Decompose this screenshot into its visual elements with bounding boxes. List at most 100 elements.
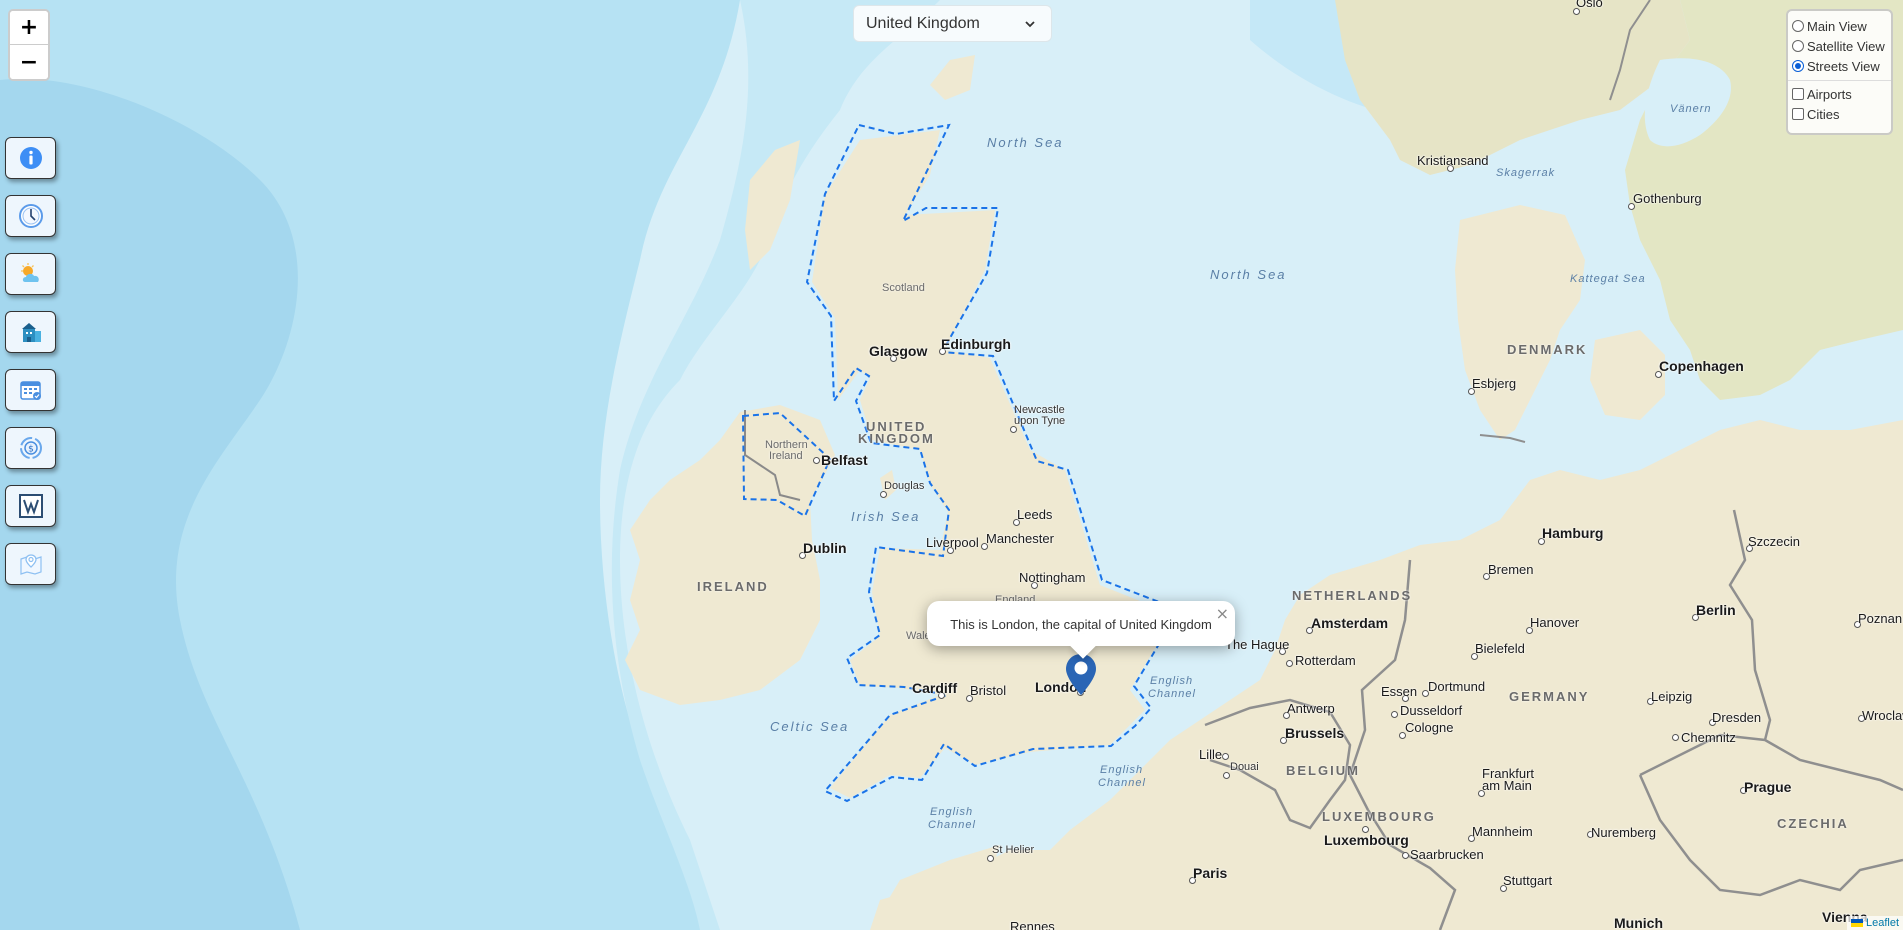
layer-main-view[interactable]: Main View (1792, 16, 1887, 36)
city-dot (1278, 647, 1286, 655)
layer-main-view-label: Main View (1807, 18, 1867, 34)
city-dot (1421, 689, 1429, 697)
checkbox-cities[interactable] (1792, 108, 1804, 120)
land-orkney (930, 55, 975, 100)
overlay-airports[interactable]: Airports (1792, 84, 1887, 104)
attribution: Leaflet (1846, 916, 1903, 930)
info-icon (19, 147, 42, 169)
city-dot (1012, 518, 1020, 526)
city-dot (1627, 202, 1635, 210)
city-dot (946, 546, 954, 554)
layer-streets-view-label: Streets View (1807, 58, 1880, 74)
city-dot (1401, 851, 1409, 859)
city-dot (1537, 537, 1545, 545)
ukraine-flag-icon (1850, 919, 1863, 927)
city-dot (1467, 387, 1475, 395)
overlay-cities-label: Cities (1807, 106, 1840, 122)
land-denmark (1455, 205, 1585, 440)
city-dot (1467, 834, 1475, 842)
country-select-value: United Kingdom (866, 14, 980, 32)
weather-button[interactable] (5, 253, 56, 295)
city-dot (965, 694, 973, 702)
zoom-in-button[interactable]: + (10, 11, 48, 45)
marker-center-icon (1074, 661, 1088, 675)
time-button[interactable] (5, 195, 56, 237)
city-dot (986, 854, 994, 862)
city-dot (1030, 581, 1038, 589)
city-dot (1285, 659, 1293, 667)
zoom-control: + − (8, 9, 50, 81)
checkbox-airports[interactable] (1792, 88, 1804, 100)
wikipedia-icon (18, 494, 43, 518)
city-dot (1482, 572, 1490, 580)
building-icon (21, 323, 41, 342)
chevron-down-icon (1025, 20, 1035, 27)
city-dot (1654, 370, 1662, 378)
city-dot (879, 490, 887, 498)
city-dot (1188, 876, 1196, 884)
city-dot (1745, 544, 1753, 552)
info-button[interactable] (5, 137, 56, 179)
leaflet-link[interactable]: Leaflet (1866, 917, 1899, 929)
city-dot (1691, 613, 1699, 621)
buildings-button[interactable] (5, 311, 56, 353)
city-dot (1305, 626, 1313, 634)
layer-streets-view[interactable]: Streets View (1792, 56, 1887, 76)
calendar-icon (19, 381, 41, 400)
map-tiles (0, 0, 1903, 930)
city-dot (1499, 884, 1507, 892)
layer-satellite-view-label: Satellite View (1807, 38, 1885, 54)
zoom-out-button[interactable]: − (10, 45, 48, 79)
city-dot (1646, 697, 1654, 705)
wikipedia-button[interactable] (5, 485, 56, 527)
currency-button[interactable]: $ (5, 427, 56, 469)
popup-text: This is London, the capital of United Ki… (950, 617, 1212, 632)
layer-satellite-view[interactable]: Satellite View (1792, 36, 1887, 56)
country-select[interactable]: United Kingdom (853, 5, 1052, 42)
currency-exchange-icon: $ (19, 437, 42, 459)
overlay-cities[interactable]: Cities (1792, 104, 1887, 124)
london-marker[interactable] (1065, 653, 1097, 697)
london-popup: This is London, the capital of United Ki… (927, 601, 1235, 659)
city-dot (1361, 825, 1369, 833)
city-dot (1477, 789, 1485, 797)
city-dot (980, 542, 988, 550)
layer-control: Main View Satellite View Streets View Ai… (1786, 9, 1893, 135)
city-dot (1390, 710, 1398, 718)
city-dot (1282, 711, 1290, 719)
map-pin-button[interactable] (5, 543, 56, 585)
city-dot (1398, 731, 1406, 739)
city-dot (1470, 652, 1478, 660)
city-dot (938, 347, 946, 355)
popup-close-button[interactable]: × (1216, 604, 1229, 623)
city-dot (1857, 714, 1865, 722)
city-dot (1853, 620, 1861, 628)
city-dot (1279, 736, 1287, 744)
weather-icon (20, 263, 39, 282)
city-dot (1671, 733, 1679, 741)
city-dot (1572, 7, 1580, 15)
map-canvas[interactable]: North Sea North Sea Irish Sea Celtic Sea Eng… (0, 0, 1903, 930)
city-dot (1525, 626, 1533, 634)
city-dot (1739, 786, 1747, 794)
clock-icon (18, 204, 43, 228)
city-dot (1708, 718, 1716, 726)
city-dot (1009, 425, 1017, 433)
radio-streets-view[interactable] (1792, 60, 1804, 72)
city-dot (812, 456, 820, 464)
city-dot (1401, 694, 1409, 702)
city-dot (798, 551, 806, 559)
svg-text:$: $ (28, 445, 34, 455)
map-pin-icon (19, 554, 42, 575)
city-dot (937, 691, 945, 699)
land-great-britain (812, 130, 1160, 798)
city-dot (889, 354, 897, 362)
overlay-airports-label: Airports (1807, 86, 1852, 102)
layer-separator (1788, 80, 1891, 81)
radio-satellite-view[interactable] (1792, 40, 1804, 52)
city-dot (1446, 164, 1454, 172)
calendar-button[interactable] (5, 369, 56, 411)
city-dot (1221, 752, 1229, 760)
city-dot (1586, 830, 1594, 838)
radio-main-view[interactable] (1792, 20, 1804, 32)
